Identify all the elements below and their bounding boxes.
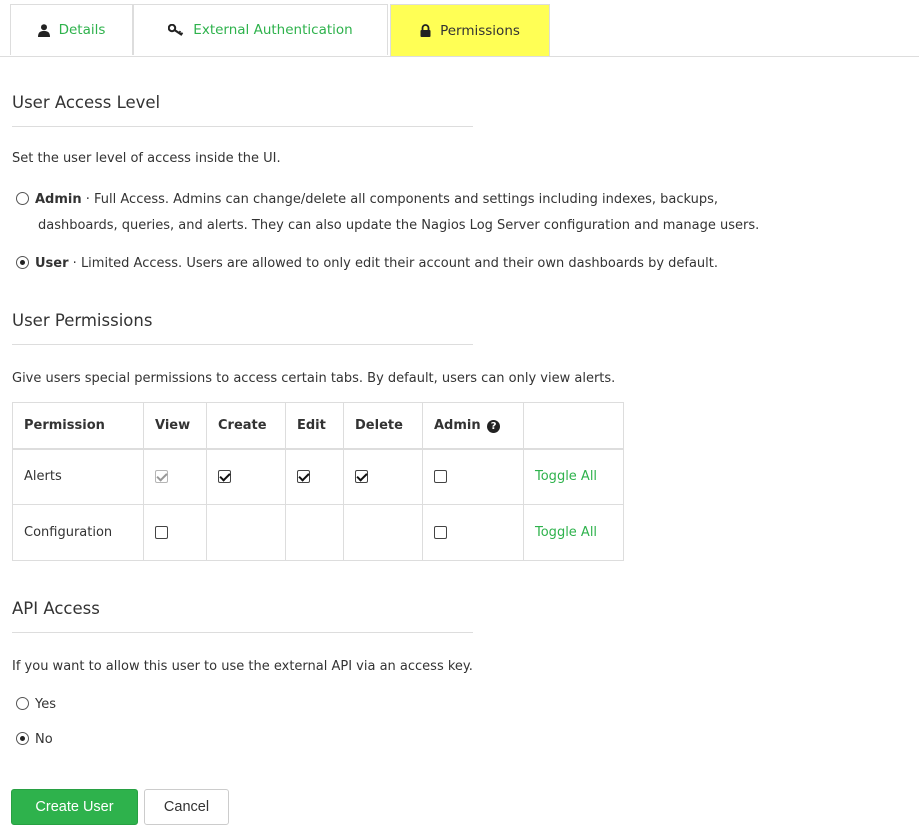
separator: · xyxy=(68,256,81,271)
user-radio[interactable] xyxy=(16,256,29,269)
col-action xyxy=(523,402,624,450)
configuration-toggle-all-link[interactable]: Toggle All xyxy=(535,525,597,540)
access-option-admin: Admin · Full Access. Admins can change/d… xyxy=(16,187,759,239)
api-no-label: No xyxy=(35,732,53,747)
alerts-delete-checkbox[interactable] xyxy=(355,470,368,484)
lock-icon xyxy=(420,24,431,37)
cell xyxy=(285,448,344,505)
col-edit: Edit xyxy=(285,402,344,450)
user-permissions-page: Details External Authentication Permissi… xyxy=(0,0,919,825)
permissions-description: Give users special permissions to access… xyxy=(12,371,616,386)
tab-external-authentication-label: External Authentication xyxy=(193,22,353,38)
divider xyxy=(12,344,473,345)
access-level-heading: User Access Level xyxy=(12,93,161,112)
alerts-view-checkbox xyxy=(155,470,168,484)
access-level-description: Set the user level of access inside the … xyxy=(12,151,281,166)
alerts-admin-checkbox[interactable] xyxy=(434,470,447,484)
col-delete: Delete xyxy=(343,402,423,450)
admin-option-text-2: dashboards, queries, and alerts. They ca… xyxy=(38,218,760,233)
cell: Toggle All xyxy=(523,504,624,561)
cell xyxy=(343,504,423,561)
row-configuration-name: Configuration xyxy=(12,504,144,561)
api-option-yes: Yes xyxy=(16,692,56,718)
separator: · xyxy=(81,192,95,207)
configuration-admin-checkbox[interactable] xyxy=(434,526,447,539)
api-option-no: No xyxy=(16,727,53,753)
api-access-heading: API Access xyxy=(12,599,100,618)
col-admin: Admin ? xyxy=(422,402,524,450)
api-yes-label: Yes xyxy=(35,697,56,712)
tab-permissions-label: Permissions xyxy=(440,22,520,39)
col-create: Create xyxy=(206,402,286,450)
admin-radio[interactable] xyxy=(16,192,29,205)
key-icon xyxy=(168,24,184,36)
row-alerts-name: Alerts xyxy=(12,448,144,505)
api-no-radio[interactable] xyxy=(16,732,29,745)
user-option-name: User xyxy=(35,256,69,271)
cell xyxy=(422,448,524,505)
permissions-table: Permission View Create Edit Delete Admin… xyxy=(12,402,624,561)
user-icon xyxy=(37,23,50,37)
col-view: View xyxy=(143,402,207,450)
user-option-text: Limited Access. Users are allowed to onl… xyxy=(80,256,719,271)
alerts-create-checkbox[interactable] xyxy=(218,470,231,484)
api-yes-radio[interactable] xyxy=(16,697,29,710)
tab-details-label: Details xyxy=(58,22,106,38)
col-permission: Permission xyxy=(12,402,144,450)
alerts-toggle-all-link[interactable]: Toggle All xyxy=(535,469,597,484)
alerts-edit-checkbox[interactable] xyxy=(297,470,310,484)
access-option-user: User · Limited Access. Users are allowed… xyxy=(16,251,718,277)
create-user-button[interactable]: Create User xyxy=(11,789,138,825)
cell xyxy=(343,448,423,505)
permissions-heading: User Permissions xyxy=(12,311,153,330)
cell xyxy=(206,448,286,505)
divider xyxy=(12,632,473,633)
api-access-description: If you want to allow this user to use th… xyxy=(12,659,473,674)
cell xyxy=(143,504,207,561)
tab-details[interactable]: Details xyxy=(10,4,133,55)
configuration-view-checkbox[interactable] xyxy=(155,526,168,539)
table-row: Alerts Toggle All xyxy=(12,448,624,505)
admin-option-text-1: Full Access. Admins can change/delete al… xyxy=(94,192,719,207)
cell xyxy=(206,504,286,561)
table-row: Configuration Toggle All xyxy=(12,504,624,561)
cell xyxy=(143,448,207,505)
divider xyxy=(12,126,473,127)
tab-bar: Details External Authentication Permissi… xyxy=(0,0,919,57)
tab-permissions[interactable]: Permissions xyxy=(390,4,550,56)
table-header-row: Permission View Create Edit Delete Admin… xyxy=(12,402,624,450)
cell xyxy=(285,504,344,561)
question-circle-icon[interactable]: ? xyxy=(487,419,501,433)
admin-option-name: Admin xyxy=(35,192,82,207)
cancel-button[interactable]: Cancel xyxy=(144,789,229,825)
tab-external-authentication[interactable]: External Authentication xyxy=(133,4,388,55)
col-admin-label: Admin xyxy=(434,417,481,433)
cell xyxy=(422,504,524,561)
cell: Toggle All xyxy=(523,448,624,505)
